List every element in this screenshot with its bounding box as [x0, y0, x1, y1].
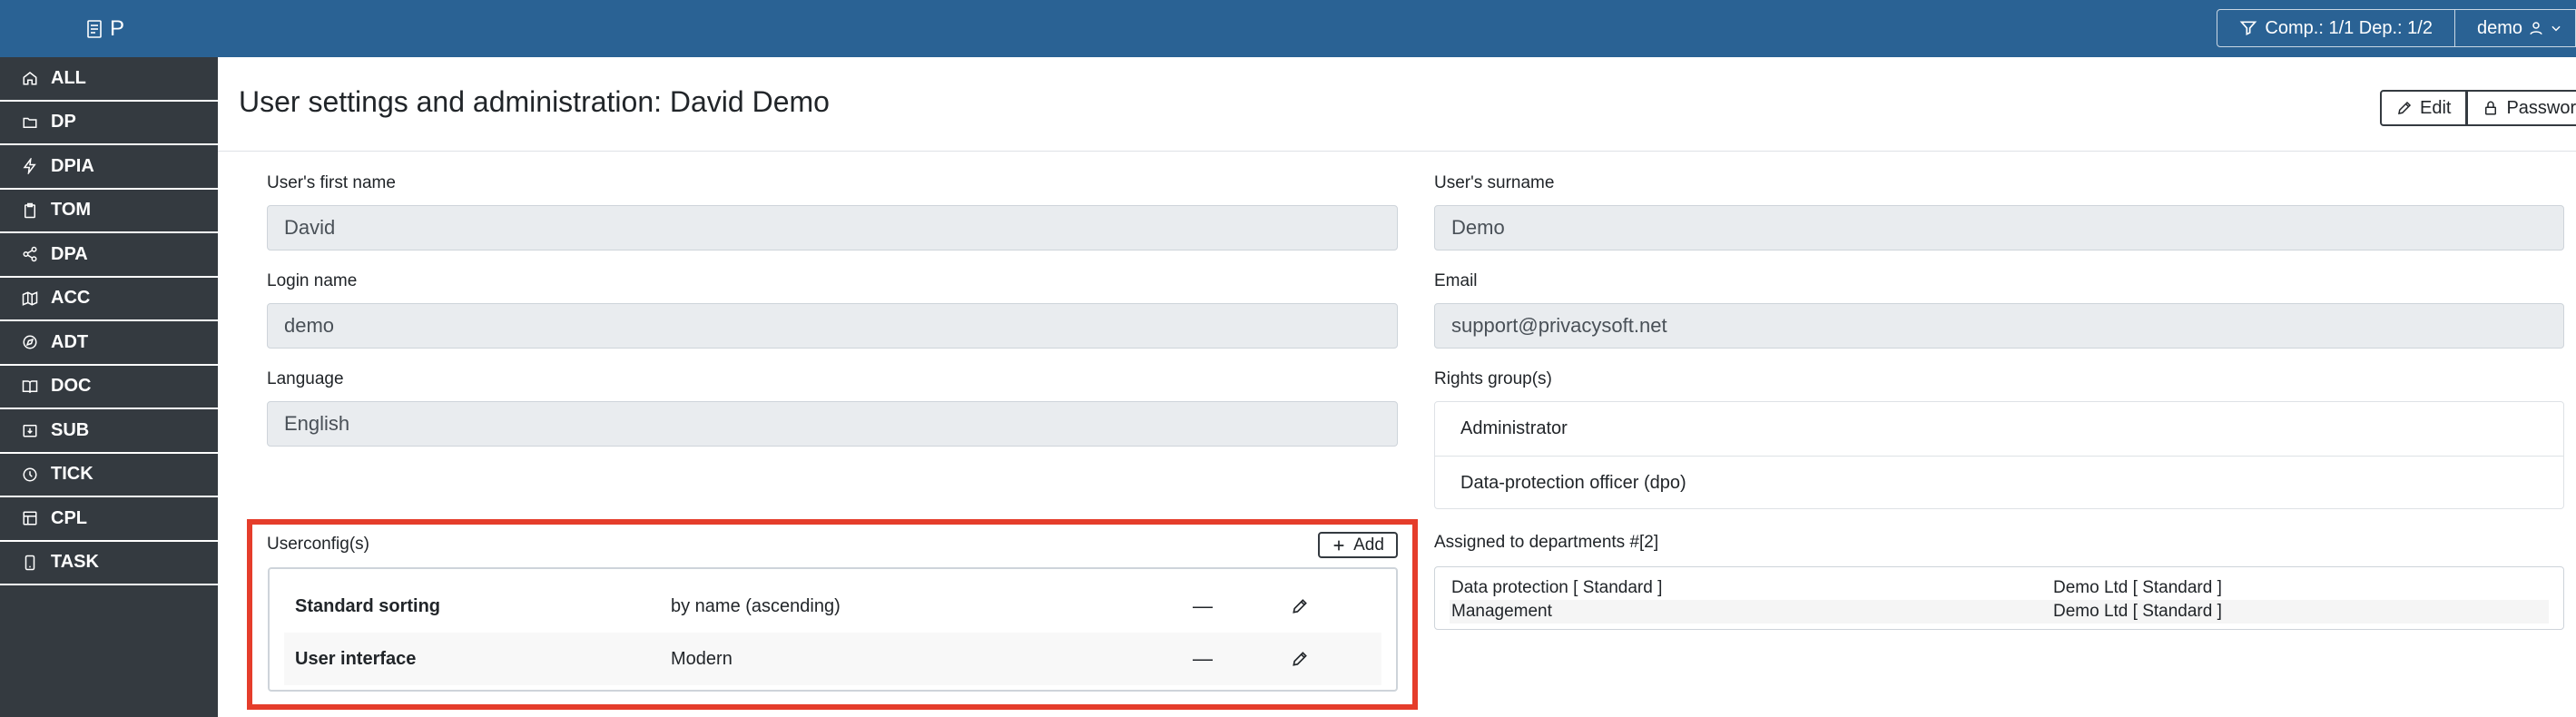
download-box-icon — [23, 425, 37, 437]
sidebar: ALL DP DPIA TOM DPA ACC ADT DOC SUB TICK… — [0, 57, 218, 717]
login-name-label: Login name — [267, 271, 358, 290]
sidebar-item-label: ACC — [51, 288, 91, 309]
chevron-down-icon — [2551, 25, 2561, 32]
lightning-icon — [23, 158, 36, 175]
page-title: User settings and administration: David … — [239, 85, 830, 118]
sidebar-item-dp[interactable]: DP — [0, 102, 218, 145]
sidebar-item-label: DPIA — [51, 155, 94, 176]
add-userconfig-button[interactable]: Add — [1318, 532, 1398, 558]
sidebar-item-tick[interactable]: TICK — [0, 454, 218, 497]
config-name: Standard sorting — [295, 595, 441, 616]
sidebar-item-label: TICK — [51, 464, 93, 485]
user-label: demo — [2476, 17, 2522, 38]
company-cell: Demo Ltd [ Standard ] — [2053, 602, 2222, 621]
company-filter-button[interactable]: Comp.: 1/1 Dep.: 1/2 — [2217, 9, 2455, 47]
email-label: Email — [1434, 271, 1478, 290]
sidebar-item-label: SUB — [51, 419, 90, 440]
config-name: User interface — [295, 648, 417, 669]
pencil-icon — [1293, 652, 1307, 666]
email-field[interactable]: support@privacysoft.net — [1434, 303, 2564, 349]
compass-icon — [23, 335, 37, 349]
sidebar-item-dpia[interactable]: DPIA — [0, 145, 218, 190]
filter-label: Comp.: 1/1 Dep.: 1/2 — [2265, 17, 2433, 38]
pencil-icon — [2398, 101, 2412, 114]
first-name-field[interactable]: David — [267, 205, 1398, 250]
filter-icon — [2240, 21, 2257, 36]
sidebar-item-tom[interactable]: TOM — [0, 190, 218, 233]
surname-field[interactable]: Demo — [1434, 205, 2564, 250]
sidebar-item-label: CPL — [51, 507, 87, 528]
edit-button-label: Edit — [2420, 97, 2452, 118]
user-menu-button[interactable]: demo — [2454, 9, 2576, 47]
list-item: User interface Modern — — [284, 633, 1381, 685]
config-value: Modern — [671, 648, 732, 669]
lock-icon — [2485, 101, 2497, 115]
department-cell: Data protection [ Standard ] — [1451, 578, 1663, 597]
table-icon — [23, 511, 37, 525]
clipboard-icon — [25, 202, 35, 218]
first-name-label: User's first name — [267, 173, 396, 192]
language-field[interactable]: English — [267, 401, 1398, 447]
config-dash: — — [1193, 647, 1213, 670]
page-actions: Edit Password — [2380, 90, 2576, 126]
department-cell: Management — [1451, 602, 1552, 621]
map-icon — [22, 290, 38, 306]
logo-text: P — [110, 16, 125, 41]
sidebar-item-label: ADT — [51, 331, 89, 352]
topbar-controls: Comp.: 1/1 Dep.: 1/2 demo — [2217, 9, 2576, 47]
sidebar-item-doc[interactable]: DOC — [0, 366, 218, 409]
header-divider — [218, 151, 2576, 152]
company-cell: Demo Ltd [ Standard ] — [2053, 578, 2222, 597]
table-row: Management Demo Ltd [ Standard ] — [1450, 600, 2549, 624]
sidebar-item-cpl[interactable]: CPL — [0, 497, 218, 542]
surname-label: User's surname — [1434, 173, 1555, 192]
rights-group-label: Rights group(s) — [1434, 369, 1552, 388]
logo-mark-icon — [86, 18, 108, 40]
rights-group-item[interactable]: Data-protection officer (dpo) — [1435, 456, 2563, 509]
sidebar-item-label: TASK — [51, 552, 99, 573]
sidebar-item-task[interactable]: TASK — [0, 542, 218, 585]
sidebar-item-label: DPA — [51, 243, 88, 264]
edit-config-button[interactable] — [1291, 597, 1318, 615]
plus-icon — [1333, 540, 1344, 550]
edit-config-button[interactable] — [1291, 650, 1318, 668]
password-button[interactable]: Password — [2467, 90, 2576, 126]
pencil-icon — [1293, 599, 1307, 614]
userconfig-list: Standard sorting by name (ascending) — U… — [268, 567, 1398, 692]
rights-group-list: Administrator Data-protection officer (d… — [1434, 401, 2564, 509]
sidebar-item-label: DP — [51, 112, 76, 133]
share-icon — [23, 247, 37, 262]
departments-label: Assigned to departments #[2] — [1434, 533, 1659, 552]
user-icon — [2530, 22, 2542, 35]
table-row: Data protection [ Standard ] Demo Ltd [ … — [1450, 576, 2549, 600]
language-label: Language — [267, 369, 344, 388]
add-button-label: Add — [1353, 535, 1384, 555]
sidebar-item-label: TOM — [51, 200, 92, 221]
phone-icon — [25, 555, 35, 570]
book-icon — [22, 380, 38, 393]
home-icon — [23, 72, 37, 85]
sidebar-item-acc[interactable]: ACC — [0, 278, 218, 321]
rights-group-item[interactable]: Administrator — [1435, 402, 2563, 456]
login-name-field[interactable]: demo — [267, 303, 1398, 349]
config-dash: — — [1193, 594, 1213, 617]
top-bar: P Comp.: 1/1 Dep.: 1/2 demo — [0, 0, 2576, 57]
edit-button[interactable]: Edit — [2380, 90, 2468, 126]
departments-table: Data protection [ Standard ] Demo Ltd [ … — [1434, 566, 2564, 630]
folder-icon — [23, 117, 37, 128]
app-logo[interactable]: P — [86, 15, 133, 43]
config-value: by name (ascending) — [671, 595, 841, 616]
sidebar-item-all[interactable]: ALL — [0, 57, 218, 102]
sidebar-item-dpa[interactable]: DPA — [0, 233, 218, 278]
sidebar-item-label: ALL — [51, 67, 86, 88]
clock-icon — [23, 467, 37, 482]
sidebar-item-sub[interactable]: SUB — [0, 409, 218, 454]
sidebar-item-adt[interactable]: ADT — [0, 321, 218, 366]
sidebar-item-label: DOC — [51, 376, 92, 397]
list-item: Standard sorting by name (ascending) — — [284, 580, 1381, 633]
userconfig-label: Userconfig(s) — [267, 535, 369, 554]
password-button-label: Password — [2506, 97, 2576, 118]
